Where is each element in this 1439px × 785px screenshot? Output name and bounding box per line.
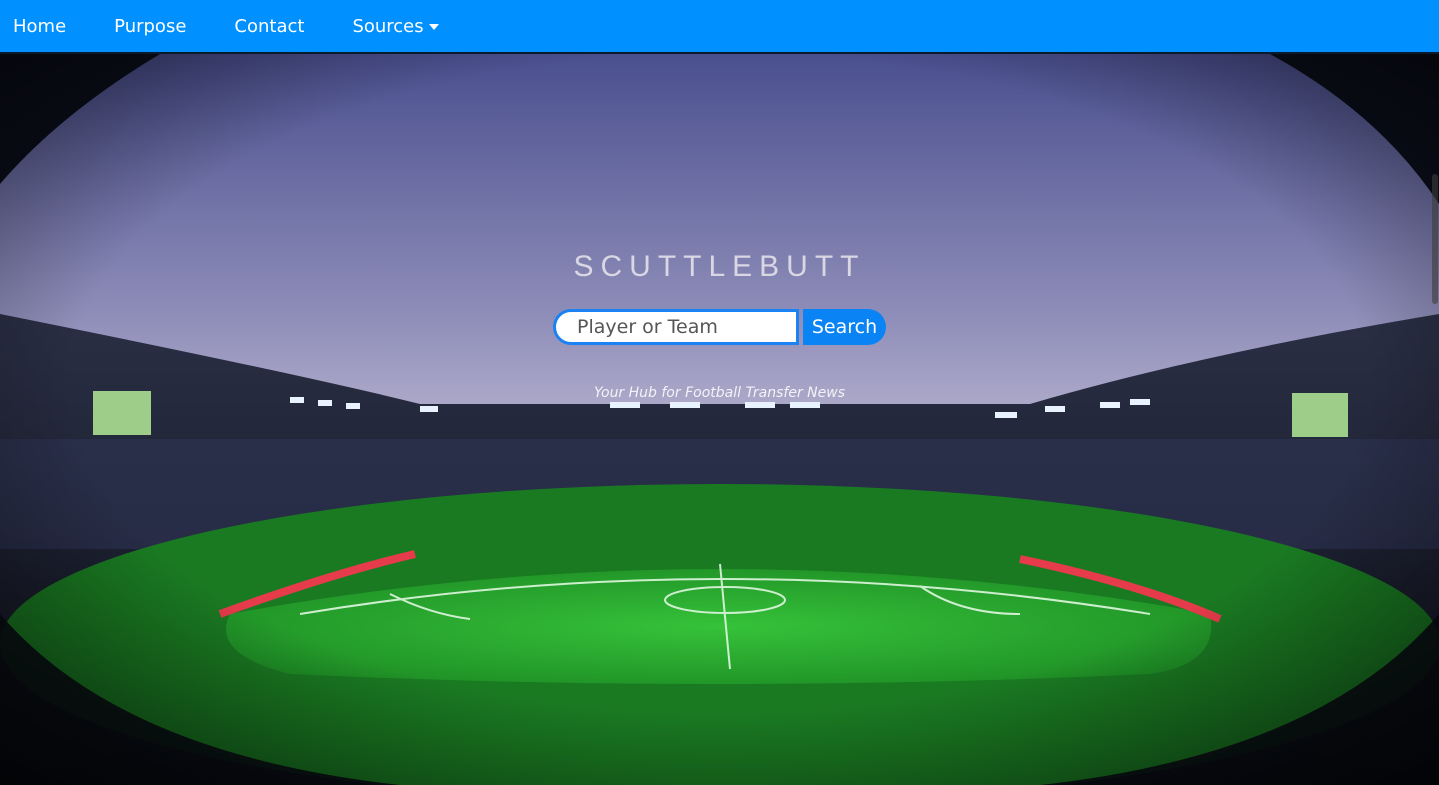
nav-sources-label: Sources [352,15,424,37]
top-navbar: Home Purpose Contact Sources [0,0,1439,54]
caret-down-icon [428,23,439,30]
search-input[interactable] [553,309,799,345]
search-button[interactable]: Search [803,309,886,345]
site-tagline: Your Hub for Football Transfer News [593,385,845,401]
stadium-background-image [0,54,1439,785]
nav-home-link[interactable]: Home [13,0,66,52]
hero-section: SCUTTLEBUTT Search Your Hub for Football… [0,54,1439,785]
scrollbar-thumb[interactable] [1432,174,1438,304]
site-title: SCUTTLEBUTT [573,250,866,283]
page-scrollbar[interactable] [1431,54,1439,785]
search-form: Search [553,309,886,345]
nav-purpose-link[interactable]: Purpose [114,0,186,52]
nav-contact-link[interactable]: Contact [234,0,304,52]
nav-sources-dropdown[interactable]: Sources [352,0,439,52]
